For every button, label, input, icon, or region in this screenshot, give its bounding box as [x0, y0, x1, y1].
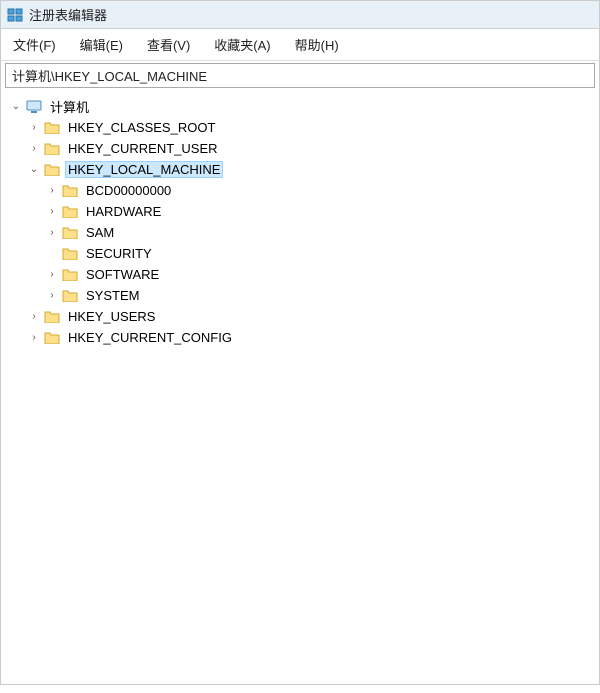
- tree-label: SYSTEM: [83, 287, 142, 304]
- chevron-right-icon[interactable]: ›: [27, 331, 41, 345]
- chevron-right-icon[interactable]: ›: [45, 289, 59, 303]
- tree-label: 计算机: [47, 96, 92, 117]
- folder-open-icon: [43, 162, 61, 178]
- regedit-icon: [7, 7, 23, 23]
- tree-label: HKEY_CLASSES_ROOT: [65, 119, 218, 136]
- folder-icon: [43, 141, 61, 157]
- tree-node-bcd[interactable]: › BCD00000000: [5, 180, 595, 201]
- folder-icon: [61, 246, 79, 262]
- chevron-right-icon[interactable]: ›: [45, 226, 59, 240]
- tree-node-hkcu[interactable]: › HKEY_CURRENT_USER: [5, 138, 595, 159]
- address-bar[interactable]: 计算机\HKEY_LOCAL_MACHINE: [5, 63, 595, 88]
- tree-node-hkcc[interactable]: › HKEY_CURRENT_CONFIG: [5, 327, 595, 348]
- tree-node-software[interactable]: › SOFTWARE: [5, 264, 595, 285]
- window-title: 注册表编辑器: [29, 5, 107, 24]
- chevron-right-icon[interactable]: ›: [27, 121, 41, 135]
- tree-label: HKEY_USERS: [65, 308, 158, 325]
- titlebar: 注册表编辑器: [1, 1, 599, 29]
- tree-node-hklm[interactable]: ⌄ HKEY_LOCAL_MACHINE: [5, 159, 595, 180]
- menu-help[interactable]: 帮助(H): [289, 33, 345, 56]
- tree-node-sam[interactable]: › SAM: [5, 222, 595, 243]
- tree-label: SOFTWARE: [83, 266, 162, 283]
- tree-view[interactable]: ⌄ 计算机 › HKEY_CLASSES_ROOT › HKEY_CURRENT…: [1, 90, 599, 693]
- menu-file[interactable]: 文件(F): [7, 33, 62, 56]
- chevron-down-icon[interactable]: ⌄: [27, 163, 41, 177]
- menubar: 文件(F) 编辑(E) 查看(V) 收藏夹(A) 帮助(H): [1, 29, 599, 61]
- tree-label: HKEY_CURRENT_CONFIG: [65, 329, 235, 346]
- menu-view[interactable]: 查看(V): [141, 33, 196, 56]
- folder-icon: [61, 225, 79, 241]
- tree-node-computer[interactable]: ⌄ 计算机: [5, 96, 595, 117]
- tree-node-hku[interactable]: › HKEY_USERS: [5, 306, 595, 327]
- folder-icon: [61, 288, 79, 304]
- folder-icon: [43, 120, 61, 136]
- tree-label: HKEY_LOCAL_MACHINE: [65, 161, 223, 178]
- chevron-right-icon[interactable]: ›: [45, 205, 59, 219]
- tree-node-hardware[interactable]: › HARDWARE: [5, 201, 595, 222]
- computer-icon: [25, 99, 43, 115]
- tree-label: SECURITY: [83, 245, 155, 262]
- folder-icon: [43, 309, 61, 325]
- tree-label: SAM: [83, 224, 117, 241]
- chevron-right-icon[interactable]: ›: [27, 310, 41, 324]
- tree-node-hkcr[interactable]: › HKEY_CLASSES_ROOT: [5, 117, 595, 138]
- chevron-right-icon[interactable]: ›: [27, 142, 41, 156]
- folder-icon: [61, 267, 79, 283]
- tree-node-security[interactable]: · SECURITY: [5, 243, 595, 264]
- chevron-right-icon[interactable]: ›: [45, 268, 59, 282]
- tree-label: HARDWARE: [83, 203, 164, 220]
- chevron-down-icon[interactable]: ⌄: [9, 100, 23, 114]
- chevron-right-icon[interactable]: ›: [45, 184, 59, 198]
- tree-label: HKEY_CURRENT_USER: [65, 140, 221, 157]
- tree-label: BCD00000000: [83, 182, 174, 199]
- folder-icon: [61, 204, 79, 220]
- tree-node-system[interactable]: › SYSTEM: [5, 285, 595, 306]
- menu-edit[interactable]: 编辑(E): [74, 33, 129, 56]
- folder-icon: [61, 183, 79, 199]
- menu-favorites[interactable]: 收藏夹(A): [208, 33, 276, 56]
- folder-icon: [43, 330, 61, 346]
